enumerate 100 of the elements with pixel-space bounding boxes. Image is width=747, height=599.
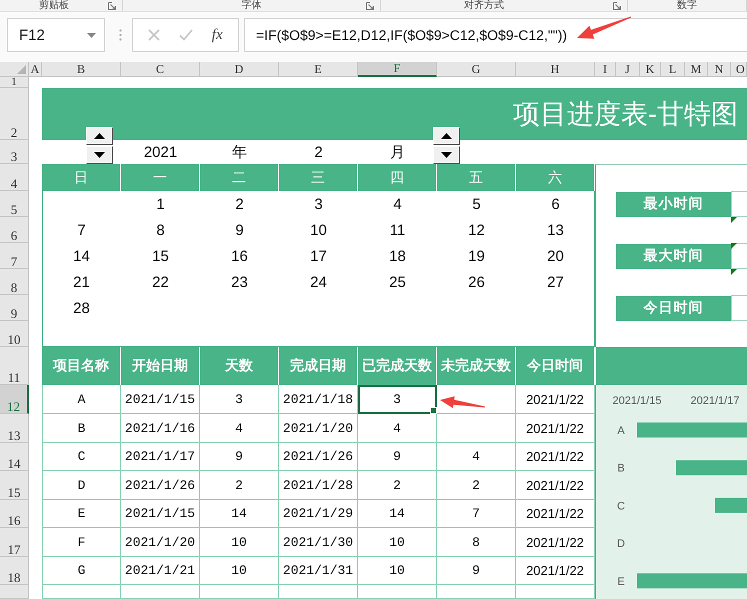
table-cell[interactable]: 7: [437, 500, 516, 528]
table-cell[interactable]: 2021/1/22: [516, 528, 595, 557]
check-icon[interactable]: [179, 29, 194, 41]
calendar-day[interactable]: 8: [121, 217, 200, 243]
table-cell[interactable]: 2021/1/22: [516, 414, 595, 443]
table-cell[interactable]: 3: [358, 385, 437, 414]
table-cell[interactable]: 8: [437, 528, 516, 557]
table-cell[interactable]: 2021/1/22: [516, 385, 595, 414]
calendar-day[interactable]: 9: [200, 217, 279, 243]
row-header[interactable]: 7: [0, 243, 29, 269]
table-cell[interactable]: 2021/1/20: [279, 414, 358, 443]
calendar-day[interactable]: 15: [121, 243, 200, 269]
table-cell[interactable]: 2021/1/15: [121, 385, 200, 414]
calendar-day[interactable]: 4: [358, 191, 437, 217]
time-value-cell[interactable]: [731, 243, 747, 269]
table-cell[interactable]: F: [42, 528, 121, 557]
calendar-day[interactable]: 19: [437, 243, 516, 269]
calendar-day[interactable]: 16: [200, 243, 279, 269]
column-header[interactable]: E: [279, 62, 358, 77]
row-header[interactable]: 11: [0, 347, 29, 385]
table-cell[interactable]: 2: [358, 471, 437, 500]
table-cell[interactable]: 9: [437, 557, 516, 585]
row-header[interactable]: 13: [0, 414, 29, 443]
table-cell[interactable]: [516, 585, 595, 599]
insert-function-button[interactable]: fx: [212, 26, 223, 44]
calendar-day[interactable]: 17: [279, 243, 358, 269]
table-cell[interactable]: 9: [358, 443, 437, 471]
row-header[interactable]: 4: [0, 164, 29, 191]
time-value-cell[interactable]: [731, 191, 747, 217]
table-cell[interactable]: 10: [200, 528, 279, 557]
calendar-day[interactable]: 10: [279, 217, 358, 243]
row-header[interactable]: [0, 585, 29, 599]
column-header[interactable]: N: [708, 62, 731, 77]
calendar-day[interactable]: 22: [121, 269, 200, 295]
launcher-icon[interactable]: [366, 2, 374, 10]
column-header[interactable]: H: [516, 62, 595, 77]
column-header[interactable]: L: [661, 62, 685, 77]
table-cell[interactable]: 2021/1/16: [121, 414, 200, 443]
table-cell[interactable]: [42, 585, 121, 599]
calendar-day[interactable]: 24: [279, 269, 358, 295]
row-header[interactable]: 1: [0, 77, 29, 88]
row-header[interactable]: 12: [0, 385, 29, 414]
column-header[interactable]: M: [685, 62, 708, 77]
table-cell[interactable]: 10: [358, 528, 437, 557]
calendar-day[interactable]: 2: [200, 191, 279, 217]
spin-down-button[interactable]: [433, 146, 460, 164]
calendar-day[interactable]: 3: [279, 191, 358, 217]
calendar-day[interactable]: 6: [516, 191, 595, 217]
column-header[interactable]: K: [640, 62, 661, 77]
name-box[interactable]: F12: [7, 18, 105, 52]
table-cell[interactable]: 2021/1/28: [279, 471, 358, 500]
column-header[interactable]: D: [200, 62, 279, 77]
table-cell[interactable]: 2021/1/26: [279, 443, 358, 471]
row-header[interactable]: 2: [0, 88, 29, 140]
select-all-icon[interactable]: [17, 65, 26, 74]
calendar-day[interactable]: 14: [42, 243, 121, 269]
row-header[interactable]: 3: [0, 140, 29, 164]
calendar-day[interactable]: 18: [358, 243, 437, 269]
table-cell[interactable]: [200, 585, 279, 599]
table-cell[interactable]: 2021/1/17: [121, 443, 200, 471]
table-cell[interactable]: 10: [358, 557, 437, 585]
launcher-icon[interactable]: [613, 2, 621, 10]
table-cell[interactable]: A: [42, 385, 121, 414]
calendar-day[interactable]: 11: [358, 217, 437, 243]
calendar-day[interactable]: 7: [42, 217, 121, 243]
calendar-day[interactable]: 26: [437, 269, 516, 295]
table-cell[interactable]: 4: [437, 443, 516, 471]
table-cell[interactable]: [437, 385, 516, 414]
column-header[interactable]: G: [437, 62, 516, 77]
table-cell[interactable]: 2021/1/21: [121, 557, 200, 585]
row-header[interactable]: 6: [0, 217, 29, 243]
table-cell[interactable]: 2021/1/15: [121, 500, 200, 528]
table-cell[interactable]: [121, 585, 200, 599]
calendar-day[interactable]: 21: [42, 269, 121, 295]
row-header[interactable]: 5: [0, 191, 29, 217]
table-cell[interactable]: 2021/1/22: [516, 500, 595, 528]
table-cell[interactable]: G: [42, 557, 121, 585]
table-cell[interactable]: 14: [358, 500, 437, 528]
table-cell[interactable]: [279, 585, 358, 599]
row-header[interactable]: 8: [0, 269, 29, 295]
table-cell[interactable]: [437, 414, 516, 443]
table-cell[interactable]: 2021/1/30: [279, 528, 358, 557]
table-cell[interactable]: B: [42, 414, 121, 443]
spin-up-button[interactable]: [86, 127, 113, 145]
table-cell[interactable]: 2021/1/18: [279, 385, 358, 414]
table-cell[interactable]: 2021/1/31: [279, 557, 358, 585]
table-cell[interactable]: 2021/1/22: [516, 471, 595, 500]
calendar-day[interactable]: 13: [516, 217, 595, 243]
row-header[interactable]: 18: [0, 557, 29, 585]
formula-field[interactable]: =IF($O$9>=E12,D12,IF($O$9>C12,$O$9-C12,"")): [244, 18, 747, 52]
calendar-day[interactable]: 12: [437, 217, 516, 243]
calendar-day[interactable]: 28: [42, 295, 121, 321]
calendar-day[interactable]: 20: [516, 243, 595, 269]
table-cell[interactable]: 2021/1/22: [516, 557, 595, 585]
row-header[interactable]: 9: [0, 295, 29, 321]
table-cell[interactable]: 2021/1/20: [121, 528, 200, 557]
row-header[interactable]: 15: [0, 471, 29, 500]
row-header[interactable]: 10: [0, 321, 29, 347]
table-cell[interactable]: 2021/1/29: [279, 500, 358, 528]
column-header[interactable]: B: [42, 62, 121, 77]
